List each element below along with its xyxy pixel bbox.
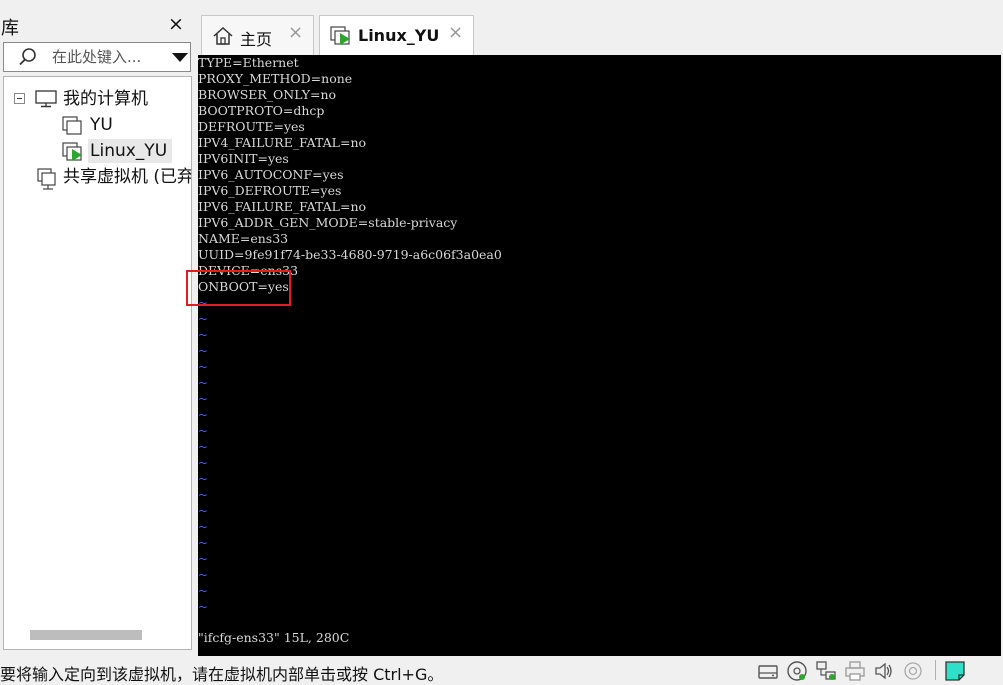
- vim-tilde-line: ~: [198, 440, 209, 454]
- onboot-highlight-box: [186, 270, 291, 306]
- sound-card-icon[interactable]: [873, 660, 895, 682]
- library-search-input[interactable]: [52, 47, 164, 67]
- vim-tilde-line: ~: [198, 328, 209, 342]
- tree-item-shared-vms[interactable]: 共享虚拟机 (已弃用): [37, 165, 191, 190]
- status-message: 要将输入定向到该虚拟机，请在虚拟机内部单击或按 Ctrl+G。: [0, 665, 444, 684]
- vim-tilde-line: ~: [198, 488, 209, 502]
- vim-tilde-line: ~: [198, 552, 209, 566]
- vim-tilde-line: ~: [198, 568, 209, 582]
- vim-tilde-line: ~: [198, 472, 209, 486]
- collapse-icon[interactable]: [14, 93, 25, 104]
- tree-item-vm-linux-yu[interactable]: Linux_YU: [62, 139, 182, 163]
- console-line: IPV6_ADDR_GEN_MODE=stable-privacy: [198, 215, 458, 230]
- console-line: IPV6_FAILURE_FATAL=no: [198, 199, 367, 214]
- tab-linux-yu[interactable]: Linux_YU ×: [319, 15, 474, 55]
- vmware-workstation-window: 库 × 我的计算机: [0, 0, 1003, 685]
- vim-tilde-line: ~: [198, 376, 209, 390]
- printer-icon[interactable]: [844, 660, 866, 682]
- console-line: IPV6_DEFROUTE=yes: [198, 183, 342, 198]
- horizontal-scrollbar-thumb[interactable]: [30, 630, 142, 640]
- vm-running-icon: [330, 26, 350, 45]
- vim-tilde-line: ~: [198, 456, 209, 470]
- vm-running-icon: [62, 142, 82, 161]
- tab-home[interactable]: 主页 ×: [201, 15, 314, 55]
- network-adapter-icon[interactable]: [815, 660, 837, 682]
- library-search-box[interactable]: [3, 42, 191, 72]
- tree-item-label: 我的计算机: [63, 89, 148, 109]
- vim-status-line: "ifcfg-ens33" 15L, 280C: [198, 630, 350, 645]
- tab-label: Linux_YU: [358, 26, 440, 45]
- vim-tilde-line: ~: [198, 344, 209, 358]
- console-line: IPV6_AUTOCONF=yes: [198, 167, 344, 182]
- console-line: UUID=9fe91f74-be33-4680-9719-a6c06f3a0ea…: [198, 247, 502, 262]
- vm-console-screen[interactable]: TYPE=Ethernet PROXY_METHOD=none BROWSER_ON…: [198, 55, 1001, 656]
- console-line: TYPE=Ethernet: [198, 55, 299, 70]
- tab-close-button[interactable]: ×: [448, 23, 463, 43]
- library-panel: 库 × 我的计算机: [0, 0, 196, 656]
- tree-item-my-computer[interactable]: 我的计算机: [35, 87, 185, 111]
- console-line: NAME=ens33: [198, 231, 289, 246]
- vim-tilde-line: ~: [198, 408, 209, 422]
- message-log-icon[interactable]: [944, 660, 966, 682]
- vim-tilde-line: ~: [198, 504, 209, 518]
- library-close-button[interactable]: ×: [168, 12, 184, 36]
- vim-tilde-line: ~: [198, 312, 209, 326]
- computer-icon: [35, 90, 57, 108]
- tree-item-label: Linux_YU: [90, 141, 168, 161]
- status-separator: [935, 660, 936, 680]
- home-icon: [213, 27, 233, 45]
- tab-label: 主页: [240, 30, 273, 49]
- console-line: IPV4_FAILURE_FATAL=no: [198, 135, 367, 150]
- console-line: PROXY_METHOD=none: [198, 71, 353, 86]
- tree-item-label: YU: [90, 115, 113, 135]
- console-line: DEFROUTE=yes: [198, 119, 305, 134]
- library-tree: 我的计算机 YU Linux_YU 共享虚拟机 (已: [3, 76, 192, 650]
- vim-tilde-line: ~: [198, 424, 209, 438]
- search-dropdown-arrow-icon[interactable]: [172, 53, 188, 62]
- library-header: 库 ×: [0, 8, 196, 40]
- vm-icon: [62, 116, 82, 135]
- vim-tilde-line: ~: [198, 584, 209, 598]
- shared-vm-icon: [37, 168, 56, 190]
- console-line: BROWSER_ONLY=no: [198, 87, 337, 102]
- vim-tilde-line: ~: [198, 360, 209, 374]
- search-icon: [19, 48, 36, 66]
- vim-tilde-line: ~: [198, 520, 209, 534]
- console-line: IPV6INIT=yes: [198, 151, 289, 166]
- tab-close-button[interactable]: ×: [288, 23, 303, 43]
- tree-item-label: 共享虚拟机 (已弃用): [63, 167, 191, 187]
- hard-disk-icon[interactable]: [757, 660, 779, 682]
- vim-tilde-line: ~: [198, 600, 209, 614]
- cd-dvd-icon[interactable]: [786, 660, 808, 682]
- usb-icon[interactable]: [902, 660, 924, 682]
- vim-tilde-line: ~: [198, 392, 209, 406]
- vim-tilde-line: ~: [198, 536, 209, 550]
- library-title: 库: [1, 18, 19, 39]
- console-line: BOOTPROTO=dhcp: [198, 103, 325, 118]
- tree-item-vm-yu[interactable]: YU: [62, 113, 182, 137]
- status-bar: 要将输入定向到该虚拟机，请在虚拟机内部单击或按 Ctrl+G。: [0, 656, 1003, 685]
